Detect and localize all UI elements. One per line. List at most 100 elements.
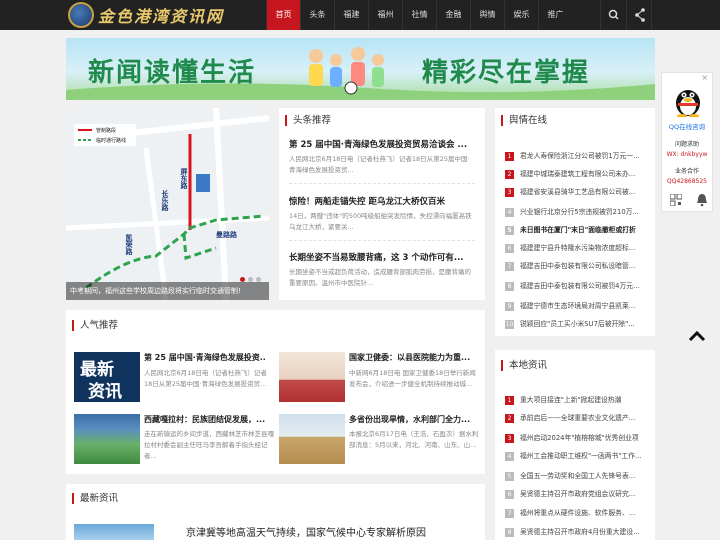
local-news-item-text: 重大项目接连"上新"掀起建设热潮 [520, 396, 622, 404]
share-icon [635, 8, 645, 22]
local-news-item[interactable]: 6 吴贤德主持召开市政府党组会议研究... [505, 488, 651, 500]
sentiment-item-text: 君龙人寿保险浙江分公司被罚1万元一... [520, 152, 640, 160]
local-news-item[interactable]: 1 重大项目接连"上新"掀起建设热潮 [505, 394, 651, 406]
local-news-item[interactable]: 8 吴贤德主持召开市政府4月份重大建设... [505, 526, 651, 538]
map-legend-closed-road: 管制路段 [96, 128, 117, 134]
rank-badge: 2 [505, 413, 514, 423]
headlines-panel: 头条推荐 第 25 届中国·青海绿色发展投资贸易洽谈会 ... 人民网北京6月1… [279, 108, 485, 300]
local-news-item[interactable]: 5 全国五一劳动奖和全国工人先锋号表... [505, 470, 651, 482]
sentiment-item-text: 未日图书在厦门"末日"面临撤柜或打折 [520, 226, 636, 234]
headline-title-3[interactable]: 长期坐姿不当易致腰背痛，这 3 个动作可有... [289, 251, 479, 263]
qq-penguin-icon[interactable] [673, 83, 703, 117]
rank-badge: 8 [505, 281, 514, 291]
chevron-up-icon [688, 330, 706, 342]
bell-icon[interactable] [696, 193, 708, 207]
nav-item-fuzhou[interactable]: 福州 [368, 0, 402, 30]
popular-item-desc-4: 本报北京6月17日电（王浩、石盈次）据水利部消息：5月以来，河北、河南、山东、山… [349, 430, 479, 449]
rank-badge: 9 [505, 301, 514, 311]
back-to-top-button[interactable] [686, 328, 708, 344]
map-road-label-4: 曼路路 [216, 231, 237, 239]
popular-thumb-2[interactable] [279, 352, 345, 402]
headline-desc-3: 长期坐姿不当或超负荷活动，造成腰背部肌肉劳损，是腰背痛的重要原因。温州市中医院针… [289, 268, 471, 287]
qq-support-float: × QQ在线咨询 问题求助 WX: dnkbyyw 业务合作 QQ4286852… [661, 72, 713, 212]
sentiment-item[interactable]: 3 福建省安溪县骑华工艺品有限公司被... [505, 186, 651, 198]
popular-item-title-2[interactable]: 国家卫健委：以县医院能力为重... [349, 352, 471, 363]
sentiment-item[interactable]: 9 福建宁德市生态环境局对周宁县凯莱... [505, 300, 651, 312]
local-news-item[interactable]: 2 承前启后——全球重要农业文化遗产... [505, 412, 651, 424]
popular-thumb-1[interactable]: 最新 资讯 [74, 352, 140, 402]
nav-item-finance[interactable]: 金融 [436, 0, 470, 30]
local-news-item[interactable]: 7 福州将重点从硬件设施、软件服务、... [505, 507, 651, 519]
latest-thumb[interactable] [74, 524, 154, 540]
popular-item-desc-2: 中新网6月18日电 国家卫健委18日举行新闻发布会，介绍进一步健全机制持续推动城… [349, 369, 476, 388]
latest-news-panel: 最新资讯 京津冀等地高温天气持续，国家气候中心专家解析原因 [66, 484, 485, 540]
nav-item-entertainment[interactable]: 娱乐 [504, 0, 538, 30]
local-news-item[interactable]: 3 福州启动2024年"植榕榕城"优秀创业项 [505, 432, 651, 444]
promo-banner[interactable]: 新闻读懂生活 精彩尽在掌握 [66, 38, 655, 100]
rank-badge: 1 [505, 395, 514, 405]
headlines-title: 头条推荐 [285, 115, 331, 126]
map-road-label-2: 长乐路 [161, 190, 169, 211]
popular-item-desc-1: 人民网北京6月18日电（记者杜燕飞）记者18日从第25届中国·青海绿色发展投资贸… [144, 369, 267, 388]
rank-badge: 4 [505, 207, 514, 217]
nav-item-promotion[interactable]: 推广 [538, 0, 572, 30]
top-navbar: 金色港湾资讯网 首页 头条 福建 福州 社情 金融 舆情 娱乐 推广 [0, 0, 720, 30]
sentiment-item[interactable]: 2 福建中城瑞泰建筑工程有限公司未办... [505, 168, 651, 180]
sentiment-item[interactable]: 4 兴业银行北京分行5宗违规被罚210万... [505, 206, 651, 218]
headline-title-2[interactable]: 惊险！两船走锚失控 距乌龙江大桥仅百米 [289, 195, 479, 207]
site-logo[interactable]: 金色港湾资讯网 [68, 2, 224, 28]
sentiment-item-text: 福建吉田中泰包装有限公司被罚4万元... [520, 282, 640, 290]
banner-slogan-left: 新闻读懂生活 [88, 58, 257, 88]
sentiment-item-text: 福建建宁县升特隆水污染物浓度超标... [520, 244, 636, 252]
slider-dot-1[interactable] [240, 277, 245, 282]
local-news-item[interactable]: 4 福州工会推动职工维权"一函两书"工作... [505, 450, 651, 462]
thumb-text-line-2: 资讯 [88, 382, 122, 402]
qq-online-link[interactable]: QQ在线咨询 [662, 121, 712, 131]
local-news-item-text: 吴贤德主持召开市政府党组会议研究... [520, 490, 636, 498]
popular-thumb-3[interactable] [74, 414, 140, 464]
slider-dot-2[interactable] [248, 277, 253, 282]
rank-badge: 2 [505, 169, 514, 179]
rank-badge: 5 [505, 225, 514, 235]
featured-slider[interactable]: 管制路段 临时通行路线 屏东路 长乐路 凯荣路 曼路路 中考期间，福州这些学校周… [66, 108, 269, 300]
qq-business-label: 业务合作 [674, 168, 699, 175]
sentiment-item[interactable]: 8 福建吉田中泰包装有限公司被罚4万元... [505, 280, 651, 292]
latest-item-title[interactable]: 京津冀等地高温天气持续，国家气候中心专家解析原因 [186, 524, 426, 539]
rank-badge: 7 [505, 261, 514, 271]
sentiment-item-text: 福建宁德市生态环境局对周宁县凯莱... [520, 302, 636, 310]
popular-item-title-3[interactable]: 西藏嘎拉村：民族团结促发展，... [144, 414, 266, 425]
latest-news-title: 最新资讯 [72, 493, 118, 504]
headline-title-1[interactable]: 第 25 届中国·青海绿色发展投资贸易洽谈会 ... [289, 138, 479, 150]
rank-badge: 8 [505, 527, 514, 537]
nav-item-sentiment[interactable]: 舆情 [470, 0, 504, 30]
popular-item-title-4[interactable]: 多省份出现旱情，水利部门全力... [349, 414, 471, 425]
sentiment-item[interactable]: 7 福建吉田中泰包装有限公司私设暗管... [505, 260, 651, 272]
sentiment-item-text: 兴业银行北京分行5宗违规被罚210万... [520, 208, 639, 216]
nav-item-headlines[interactable]: 头条 [300, 0, 334, 30]
local-news-panel: 本地资讯 1 重大项目接连"上新"掀起建设热潮 2 承前启后——全球重要农业文化遗产… [495, 350, 655, 540]
share-button[interactable] [626, 0, 652, 30]
sentiment-item[interactable]: 5 未日图书在厦门"末日"面临撤柜或打折 [505, 224, 651, 236]
close-icon[interactable]: × [701, 73, 708, 82]
qr-code-icon[interactable] [670, 194, 682, 206]
search-icon [608, 9, 619, 20]
slider-caption[interactable]: 中考期间，福州这些学校周边路段将实行临时交通管制! [66, 282, 269, 300]
sentiment-item[interactable]: 1 君龙人寿保险浙江分公司被罚1万元一... [505, 150, 651, 162]
slider-dot-3[interactable] [256, 277, 261, 282]
sentiment-item-text: 福建吉田中泰包装有限公司私设暗管... [520, 262, 636, 270]
rank-badge: 3 [505, 433, 514, 443]
headline-divider [289, 183, 475, 184]
sentiment-item[interactable]: 6 福建建宁县升特隆水污染物浓度超标... [505, 242, 651, 254]
local-news-item-text: 承前启后——全球重要农业文化遗产... [520, 414, 636, 422]
rank-badge: 6 [505, 243, 514, 253]
popular-thumb-4[interactable] [279, 414, 345, 464]
logo-text: 金色港湾资讯网 [98, 7, 225, 26]
popular-item-title-1[interactable]: 第 25 届中国·青海绿色发展投资... [144, 352, 266, 363]
nav-item-society[interactable]: 社情 [402, 0, 436, 30]
popular-item-desc-3: 走在新镇运的乡间步道，西藏林芝市林芝县嘎拉村村委会副主任旺马李吾解着手指头经记者… [144, 430, 274, 460]
search-button[interactable] [600, 0, 626, 30]
logo-emblem-icon [68, 2, 94, 28]
nav-item-fujian[interactable]: 福建 [334, 0, 368, 30]
nav-item-home[interactable]: 首页 [266, 0, 300, 30]
sentiment-item[interactable]: 10 锐颖回应"员工买小米SU7后被开除"... [505, 318, 651, 330]
